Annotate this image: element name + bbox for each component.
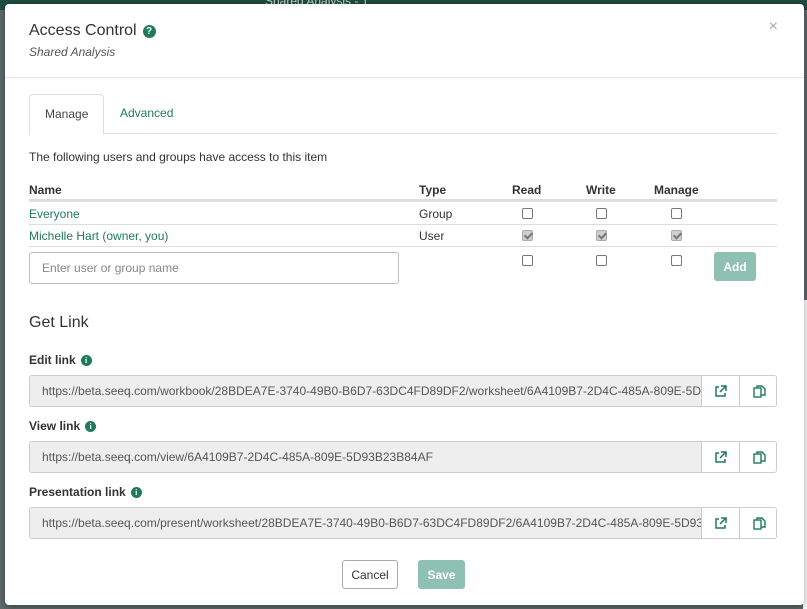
column-header-write: Write (586, 183, 616, 197)
view-link-label-text: View link (29, 419, 81, 433)
copy-icon (752, 384, 766, 398)
copy-link-button[interactable] (740, 442, 776, 472)
view-link-label: View link i (29, 419, 97, 433)
access-intro-text: The following users and groups have acce… (29, 150, 328, 164)
edit-link-label-text: Edit link (29, 353, 76, 367)
column-header-read: Read (512, 183, 542, 197)
tab-manage[interactable]: Manage (29, 94, 105, 135)
modal-header: Access Control ? Shared Analysis × (5, 4, 804, 78)
cancel-button[interactable]: Cancel (342, 560, 398, 589)
column-header-name: Name (29, 183, 62, 197)
external-link-icon (715, 516, 727, 529)
presentation-link-field[interactable]: https://beta.seeq.com/present/worksheet/… (30, 508, 702, 538)
modal-title: Access Control ? (29, 22, 156, 40)
save-button[interactable]: Save (418, 560, 465, 589)
modal-title-text: Access Control (29, 22, 137, 39)
info-icon[interactable]: i (80, 354, 92, 366)
modal-subtitle: Shared Analysis (29, 45, 116, 59)
copy-icon (752, 516, 766, 530)
table-row: Michelle Hart (owner, you) User (29, 225, 777, 247)
new-write-checkbox[interactable] (596, 255, 607, 266)
row-name-link[interactable]: Michelle Hart (owner, you) (29, 229, 168, 243)
read-checkbox[interactable] (522, 208, 533, 219)
edit-link-group: https://beta.seeq.com/workbook/28BDEA7E-… (29, 375, 777, 407)
row-type: Group (419, 207, 453, 221)
close-icon[interactable]: × (769, 18, 778, 36)
new-manage-checkbox[interactable] (671, 255, 682, 266)
row-type: User (419, 229, 445, 243)
user-group-input[interactable] (29, 252, 399, 284)
new-read-checkbox[interactable] (522, 255, 533, 266)
copy-link-button[interactable] (740, 508, 776, 538)
external-link-icon (715, 450, 727, 463)
manage-checkbox[interactable] (671, 208, 682, 219)
copy-link-button[interactable] (740, 376, 776, 406)
add-button[interactable]: Add (714, 252, 756, 281)
read-checkbox (522, 230, 533, 241)
table-row: Everyone Group (29, 203, 777, 225)
access-table-header: Name Type Read Write Manage (29, 178, 777, 202)
external-link-icon (715, 384, 727, 397)
open-link-button[interactable] (702, 376, 740, 406)
info-icon[interactable]: i (130, 486, 142, 498)
help-icon[interactable]: ? (142, 24, 156, 38)
column-header-type: Type (419, 183, 447, 197)
tab-advanced[interactable]: Advanced (105, 94, 188, 134)
info-icon[interactable]: i (85, 420, 97, 432)
copy-icon (752, 450, 766, 464)
tab-bar: Manage Advanced (29, 94, 777, 135)
view-link-group: https://beta.seeq.com/view/6A4109B7-2D4C… (29, 441, 777, 473)
open-link-button[interactable] (702, 508, 740, 538)
edit-link-label: Edit link i (29, 353, 92, 367)
presentation-link-group: https://beta.seeq.com/present/worksheet/… (29, 507, 777, 539)
access-control-modal: Access Control ? Shared Analysis × Manag… (5, 4, 804, 605)
view-link-field[interactable]: https://beta.seeq.com/view/6A4109B7-2D4C… (30, 442, 702, 472)
row-name-link[interactable]: Everyone (29, 207, 80, 221)
get-link-title: Get Link (29, 314, 89, 331)
open-link-button[interactable] (702, 442, 740, 472)
write-checkbox[interactable] (596, 208, 607, 219)
presentation-link-label-text: Presentation link (29, 485, 126, 499)
edit-link-field[interactable]: https://beta.seeq.com/workbook/28BDEA7E-… (30, 376, 702, 406)
column-header-manage: Manage (654, 183, 699, 197)
write-checkbox (596, 230, 607, 241)
manage-checkbox (671, 230, 682, 241)
presentation-link-label: Presentation link i (29, 485, 142, 499)
